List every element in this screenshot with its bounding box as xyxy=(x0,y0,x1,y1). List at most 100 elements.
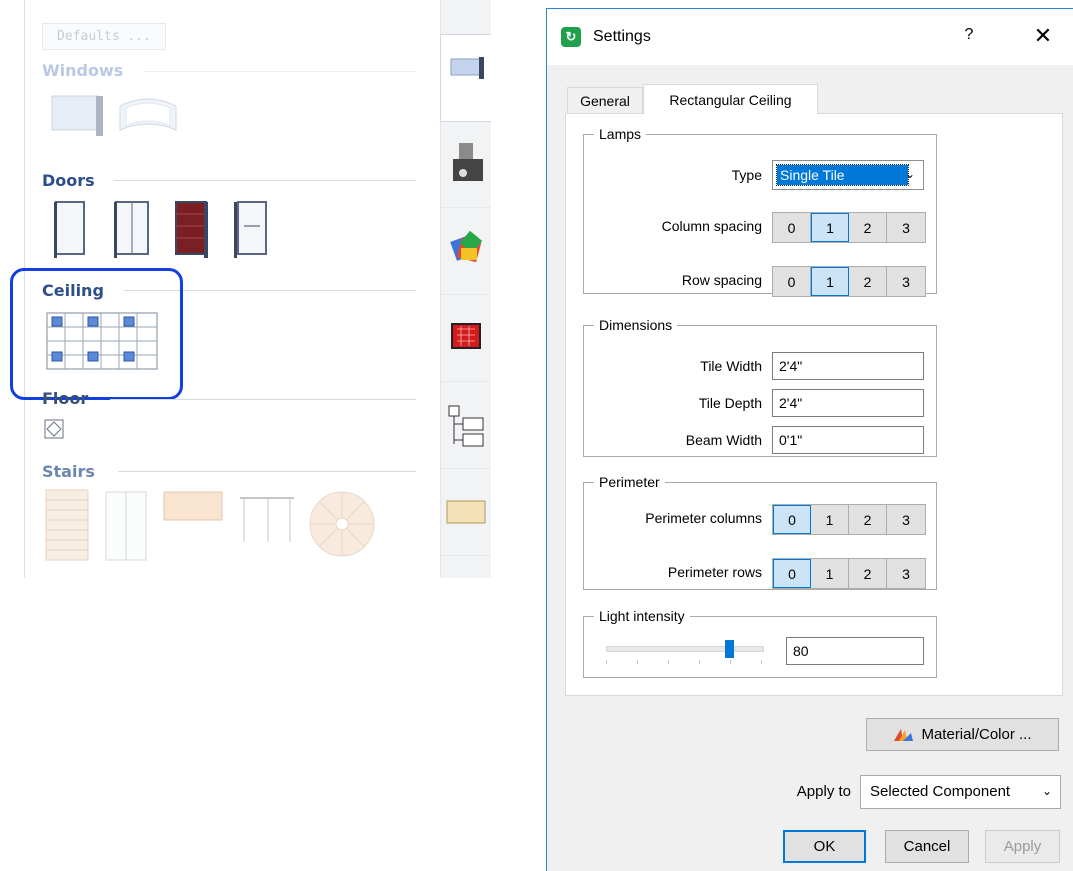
planner-icon xyxy=(451,323,481,349)
side-tab-materials[interactable] xyxy=(441,208,491,295)
perimeter-rows-label: Perimeter rows xyxy=(667,564,762,580)
perimeter-columns-1[interactable]: 1 xyxy=(811,505,849,534)
row-spacing-2[interactable]: 2 xyxy=(849,267,887,296)
tile-width-label: Tile Width xyxy=(700,358,762,374)
floor-tile-icon[interactable] xyxy=(44,419,66,441)
light-intensity-slider[interactable] xyxy=(606,640,764,666)
material-color-button[interactable]: Material/Color ... xyxy=(866,718,1059,751)
column-spacing-3[interactable]: 3 xyxy=(887,213,925,242)
lamps-group: Lamps Type Single Tile ⌄ Column spacing … xyxy=(583,126,937,297)
light-intensity-legend: Light intensity xyxy=(599,608,685,624)
slider-tick xyxy=(668,660,669,664)
side-tab-planner[interactable] xyxy=(441,295,491,382)
column-spacing-0[interactable]: 0 xyxy=(773,213,811,242)
row-spacing-0[interactable]: 0 xyxy=(773,267,811,296)
column-spacing-2[interactable]: 2 xyxy=(849,213,887,242)
side-tab-windows-doors[interactable] xyxy=(440,34,491,122)
stairs-items xyxy=(45,489,375,561)
row-spacing-label: Row spacing xyxy=(681,272,762,288)
stairs-door-icon[interactable] xyxy=(105,491,147,561)
close-button[interactable]: ✕ xyxy=(1030,23,1056,51)
title-bar: ↻ Settings ? ✕ xyxy=(547,9,1073,65)
column-spacing-segmented: 0 1 2 3 xyxy=(772,212,926,243)
perimeter-columns-label: Perimeter columns xyxy=(645,510,762,526)
door-sliding-icon[interactable] xyxy=(234,201,267,258)
window-straight-icon[interactable] xyxy=(51,95,103,136)
apply-to-value: Selected Component xyxy=(870,783,1011,800)
tile-depth-input[interactable]: 2'4" xyxy=(772,389,924,417)
component-library-panel: Defaults ... Windows Doors Ceiling Floor… xyxy=(0,0,492,578)
ok-button[interactable]: OK xyxy=(783,830,866,863)
category-floor-title: Floor xyxy=(42,389,89,408)
beam-width-input[interactable]: 0'1" xyxy=(772,426,924,454)
light-intensity-input[interactable]: 80 xyxy=(786,637,924,665)
help-button[interactable]: ? xyxy=(957,26,981,50)
row-spacing-segmented: 0 1 2 3 xyxy=(772,266,926,297)
stairs-landing-icon[interactable] xyxy=(163,491,223,521)
slider-tick xyxy=(761,660,762,664)
perimeter-rows-3[interactable]: 3 xyxy=(887,559,925,588)
chevron-down-icon: ⌄ xyxy=(1041,784,1052,798)
windows-doors-icon xyxy=(450,57,484,79)
dimensions-group: Dimensions Tile Width 2'4" Tile Depth 2'… xyxy=(583,317,937,457)
divider xyxy=(144,71,416,72)
tab-rectangular-ceiling[interactable]: Rectangular Ceiling xyxy=(643,84,818,114)
apply-to-select[interactable]: Selected Component ⌄ xyxy=(860,775,1061,809)
app-logo-icon: ↻ xyxy=(561,27,581,47)
tab-general[interactable]: General xyxy=(567,87,643,114)
tile-icon xyxy=(446,500,486,524)
side-tab-tiles[interactable] xyxy=(441,469,491,556)
tab-pane-rectangular-ceiling: Lamps Type Single Tile ⌄ Column spacing … xyxy=(565,113,1063,696)
perimeter-columns-2[interactable]: 2 xyxy=(849,505,887,534)
materials-icon xyxy=(450,230,483,263)
material-color-icon xyxy=(894,728,914,741)
door-garage-icon[interactable] xyxy=(175,201,208,258)
row-spacing-3[interactable]: 3 xyxy=(887,267,925,296)
slider-thumb[interactable] xyxy=(725,640,734,658)
door-single-icon[interactable] xyxy=(54,201,85,258)
perimeter-rows-0[interactable]: 0 xyxy=(773,559,811,588)
door-items xyxy=(54,201,267,258)
divider xyxy=(118,471,416,472)
ceiling-selection-highlight xyxy=(10,268,183,400)
defaults-button[interactable]: Defaults ... xyxy=(42,23,166,50)
column-spacing-1[interactable]: 1 xyxy=(811,213,849,242)
dimensions-legend: Dimensions xyxy=(599,317,673,333)
perimeter-columns-segmented: 0 1 2 3 xyxy=(772,504,926,535)
perimeter-rows-segmented: 0 1 2 3 xyxy=(772,558,926,589)
beam-width-label: Beam Width xyxy=(685,432,762,448)
cancel-button[interactable]: Cancel xyxy=(885,830,969,863)
door-double-icon[interactable] xyxy=(114,201,149,258)
side-tab-camera[interactable] xyxy=(441,121,491,208)
chevron-down-icon: ⌄ xyxy=(904,167,915,181)
stairs-spiral-icon[interactable] xyxy=(309,491,375,557)
library-side-tabs xyxy=(440,0,491,578)
dialog-title: Settings xyxy=(593,28,651,45)
category-stairs-title: Stairs xyxy=(42,462,95,481)
row-spacing-1[interactable]: 1 xyxy=(811,267,849,296)
apply-button[interactable]: Apply xyxy=(985,830,1060,863)
perimeter-group: Perimeter Perimeter columns 0 1 2 3 Peri… xyxy=(583,474,937,590)
side-tab-hierarchy[interactable] xyxy=(441,382,491,469)
stairs-straight-icon[interactable] xyxy=(45,489,89,561)
column-spacing-label: Column spacing xyxy=(661,218,762,234)
category-doors-title: Doors xyxy=(42,171,95,190)
material-color-label: Material/Color ... xyxy=(921,726,1032,743)
lamp-type-select[interactable]: Single Tile ⌄ xyxy=(772,160,924,190)
settings-dialog: ↻ Settings ? ✕ General Rectangular Ceili… xyxy=(546,8,1073,871)
slider-track xyxy=(606,646,764,652)
perimeter-rows-2[interactable]: 2 xyxy=(849,559,887,588)
window-bay-icon[interactable] xyxy=(119,98,177,131)
tile-width-input[interactable]: 2'4" xyxy=(772,352,924,380)
divider xyxy=(114,180,416,181)
slider-tick xyxy=(699,660,700,664)
railing-icon[interactable] xyxy=(240,497,294,542)
slider-tick xyxy=(606,660,607,664)
perimeter-columns-3[interactable]: 3 xyxy=(887,505,925,534)
slider-tick xyxy=(730,660,731,664)
slider-tick xyxy=(637,660,638,664)
camera-icon xyxy=(453,143,483,181)
perimeter-columns-0[interactable]: 0 xyxy=(773,505,811,534)
apply-to-label: Apply to xyxy=(796,783,851,800)
perimeter-rows-1[interactable]: 1 xyxy=(811,559,849,588)
